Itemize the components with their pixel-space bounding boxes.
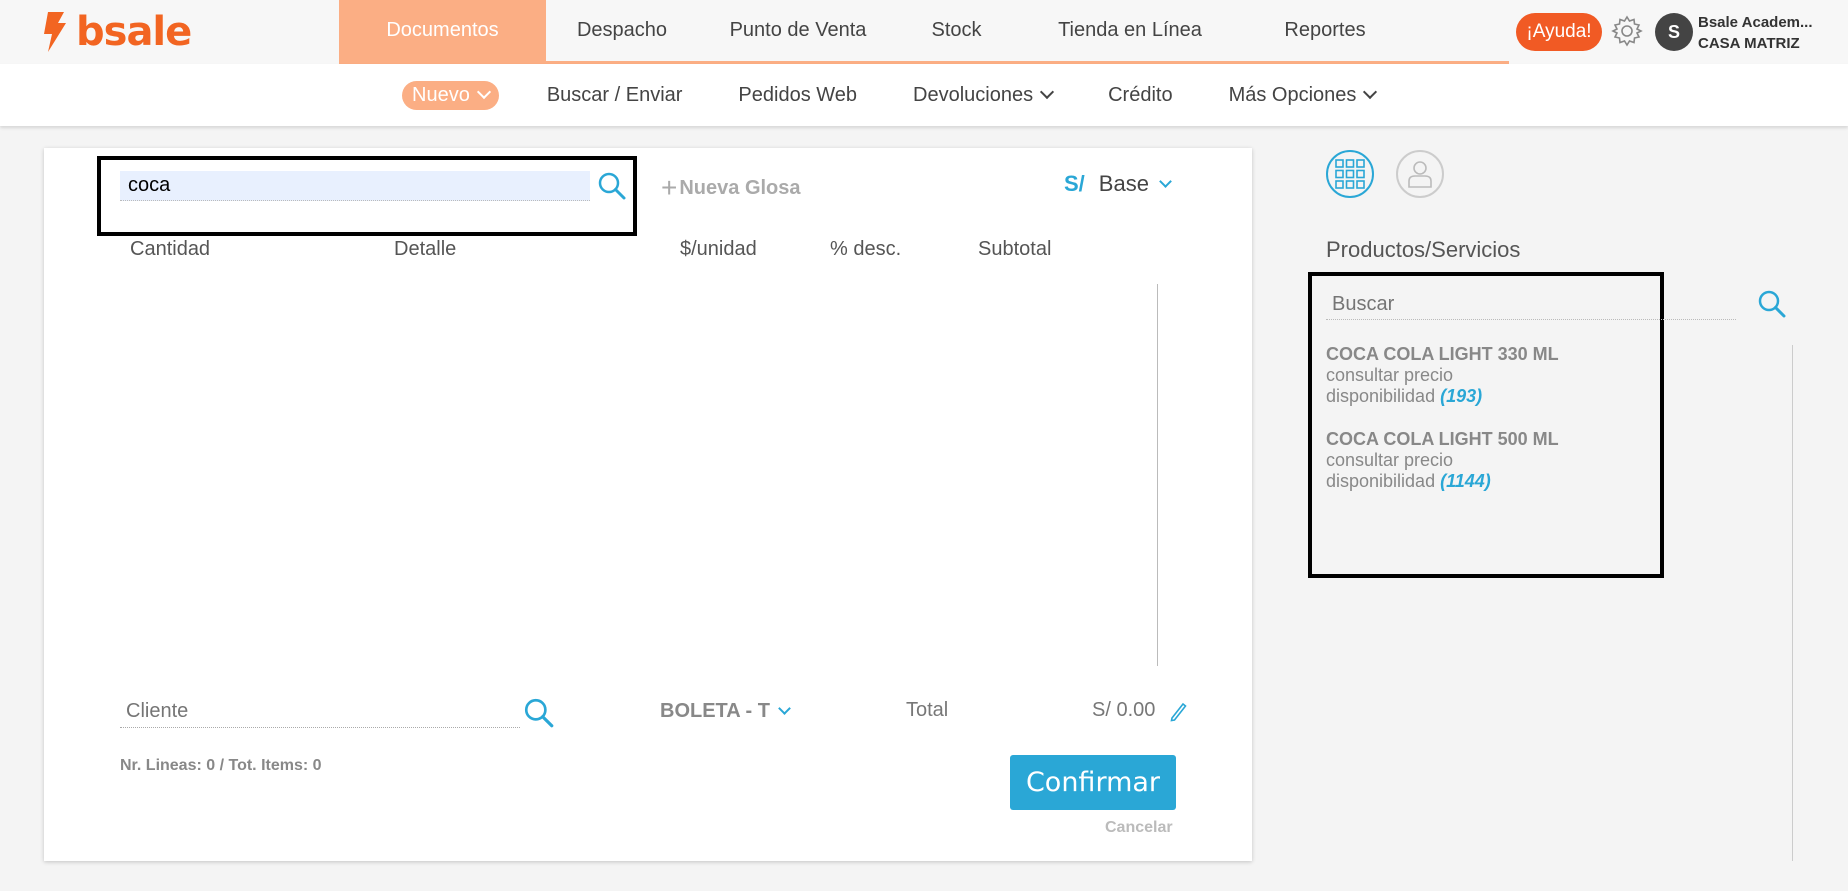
currency-symbol: S/ bbox=[1064, 171, 1085, 196]
user-name: Bsale Academ... bbox=[1698, 14, 1813, 31]
chevron-down-icon bbox=[778, 702, 791, 715]
client-view-button[interactable] bbox=[1396, 150, 1444, 198]
total-label: Total bbox=[906, 699, 949, 721]
sub-nav: Nuevo Buscar / Enviar Pedidos Web Devolu… bbox=[402, 64, 1431, 126]
products-panel-title: Productos/Servicios bbox=[1326, 237, 1521, 262]
bsale-logo[interactable]: bsale bbox=[40, 9, 192, 55]
availability-label: disponibilidad bbox=[1326, 471, 1436, 491]
product-item[interactable]: COCA COLA LIGHT 500 ML consultar precio … bbox=[1326, 429, 1559, 492]
pencil-icon[interactable] bbox=[1168, 700, 1188, 722]
plus-icon: + bbox=[661, 172, 678, 203]
subnav-devoluciones[interactable]: Devoluciones bbox=[913, 83, 1055, 107]
subnav-buscar-enviar[interactable]: Buscar / Enviar bbox=[547, 84, 683, 107]
availability-count: (193) bbox=[1440, 386, 1483, 406]
price-list-value: Base bbox=[1098, 171, 1149, 196]
subnav-pedidos-web[interactable]: Pedidos Web bbox=[738, 84, 857, 107]
subnav-label: Más Opciones bbox=[1228, 83, 1357, 106]
chevron-down-icon bbox=[1363, 84, 1378, 100]
availability-count: (1144) bbox=[1440, 471, 1491, 491]
nav-tab-reportes[interactable]: Reportes bbox=[1245, 0, 1405, 61]
column-header-subtotal: Subtotal bbox=[978, 238, 1052, 260]
column-header-cantidad: Cantidad bbox=[130, 238, 211, 260]
main-nav: Documentos Despacho Punto de Venta Stock… bbox=[339, 0, 1509, 64]
column-header-detalle: Detalle bbox=[394, 238, 457, 260]
grid-icon bbox=[1335, 159, 1365, 189]
availability-label: disponibilidad bbox=[1326, 386, 1436, 406]
nav-tab-tienda-en-linea[interactable]: Tienda en Línea bbox=[1015, 0, 1245, 61]
document-type-select[interactable]: BOLETA - T bbox=[660, 700, 791, 723]
subnav-credito[interactable]: Crédito bbox=[1108, 84, 1172, 107]
subnav-label: Nuevo bbox=[412, 83, 470, 106]
product-price: consultar precio bbox=[1326, 450, 1454, 470]
subnav-label: Buscar / Enviar bbox=[546, 83, 683, 106]
subnav-mas-opciones[interactable]: Más Opciones bbox=[1228, 83, 1378, 107]
brand-name: bsale bbox=[76, 9, 192, 55]
confirm-button[interactable]: Confirmar bbox=[1010, 755, 1176, 810]
user-info[interactable]: Bsale Academ... CASA MATRIZ bbox=[1698, 12, 1813, 54]
nav-tab-documentos[interactable]: Documentos bbox=[339, 0, 546, 61]
client-search-input[interactable] bbox=[120, 696, 520, 728]
help-button[interactable]: ¡Ayuda! bbox=[1516, 13, 1602, 51]
nav-tab-stock[interactable]: Stock bbox=[898, 0, 1015, 61]
search-icon[interactable] bbox=[596, 170, 628, 202]
product-name: COCA COLA LIGHT 330 ML bbox=[1326, 344, 1559, 364]
new-gloss-button[interactable]: + Nueva Glosa bbox=[661, 172, 801, 204]
subnav-label: Crédito bbox=[1108, 83, 1173, 106]
lines-scrollbar[interactable] bbox=[1157, 284, 1158, 666]
branch-name: CASA MATRIZ bbox=[1698, 35, 1800, 52]
new-gloss-label: Nueva Glosa bbox=[679, 176, 801, 199]
gear-icon[interactable] bbox=[1610, 14, 1644, 48]
product-name: COCA COLA LIGHT 500 ML bbox=[1326, 429, 1559, 449]
nav-tab-punto-de-venta[interactable]: Punto de Venta bbox=[698, 0, 898, 61]
price-list-select[interactable]: S/ Base bbox=[1064, 171, 1172, 197]
column-header-precio-unidad: $/unidad bbox=[680, 238, 757, 260]
column-header-descuento: % desc. bbox=[830, 238, 902, 260]
bsale-logo-icon bbox=[44, 12, 66, 52]
cancel-link[interactable]: Cancelar bbox=[1105, 819, 1173, 837]
subnav-label: Devoluciones bbox=[913, 83, 1034, 106]
products-scrollbar[interactable] bbox=[1792, 345, 1793, 861]
client-search-icon[interactable] bbox=[522, 696, 556, 730]
subnav-label: Pedidos Web bbox=[738, 83, 858, 106]
products-search-icon[interactable] bbox=[1756, 288, 1788, 320]
lines-info: Nr. Lineas: 0 / Tot. Items: 0 bbox=[120, 757, 322, 774]
avatar[interactable]: S bbox=[1655, 13, 1693, 51]
top-navigation-bar: bsale Documentos Despacho Punto de Venta… bbox=[0, 0, 1848, 64]
products-search-input[interactable] bbox=[1326, 290, 1736, 320]
chevron-down-icon bbox=[476, 84, 491, 100]
document-type-value: BOLETA - T bbox=[660, 700, 770, 722]
sub-navigation-bar: Nuevo Buscar / Enviar Pedidos Web Devolu… bbox=[0, 64, 1848, 126]
product-price: consultar precio bbox=[1326, 365, 1454, 385]
chevron-down-icon bbox=[1159, 174, 1172, 188]
chevron-down-icon bbox=[1040, 84, 1055, 100]
user-icon bbox=[1408, 161, 1432, 188]
grid-view-button[interactable] bbox=[1326, 150, 1374, 198]
nav-tab-despacho[interactable]: Despacho bbox=[546, 0, 698, 61]
total-value: S/ 0.00 bbox=[1092, 699, 1156, 721]
detail-search-input[interactable] bbox=[120, 171, 590, 201]
subnav-nuevo[interactable]: Nuevo bbox=[402, 80, 499, 110]
product-item[interactable]: COCA COLA LIGHT 330 ML consultar precio … bbox=[1326, 344, 1559, 407]
